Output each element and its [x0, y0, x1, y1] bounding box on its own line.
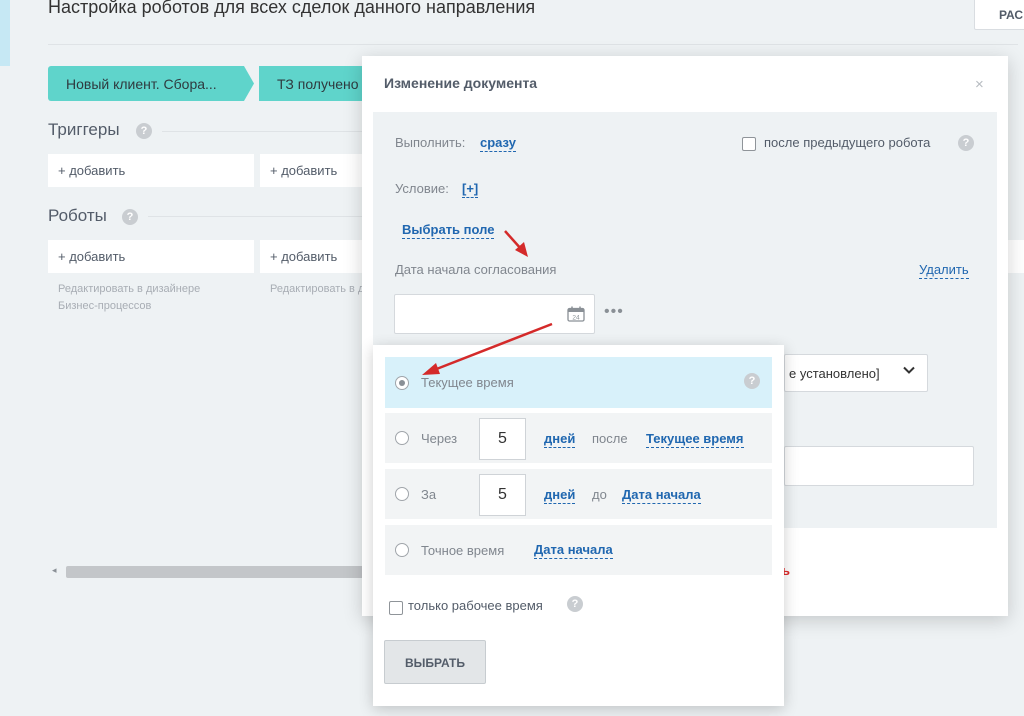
- bp-designer-link[interactable]: Редактировать в дизайнере Бизнес-процесс…: [270, 281, 362, 298]
- before-target-link[interactable]: Дата начала: [622, 487, 701, 504]
- add-trigger-button[interactable]: + добавить: [48, 154, 254, 187]
- only-work-time-label: только рабочее время: [408, 598, 543, 613]
- more-options-icon[interactable]: •••: [604, 303, 624, 321]
- choose-field-link[interactable]: Выбрать поле: [402, 222, 495, 239]
- bp-designer-link[interactable]: Редактировать в дизайнере Бизнес-процесс…: [58, 281, 238, 315]
- add-robot-button[interactable]: + добавить: [48, 240, 254, 273]
- before-relation: до: [592, 487, 607, 502]
- triggers-heading: Триггеры: [48, 120, 120, 139]
- help-icon[interactable]: ?: [958, 135, 974, 151]
- radio-before[interactable]: [395, 487, 409, 501]
- robots-divider: [148, 216, 362, 217]
- triggers-divider: [162, 131, 362, 132]
- only-work-time-checkbox[interactable]: [389, 601, 403, 615]
- through-unit-link[interactable]: дней: [544, 431, 576, 448]
- stage-spec-received[interactable]: ТЗ получено: [259, 66, 369, 101]
- title-divider: [48, 44, 1018, 45]
- radio-exact-time[interactable]: [395, 543, 409, 557]
- execute-mode-link[interactable]: сразу: [480, 135, 516, 152]
- radio-through[interactable]: [395, 431, 409, 445]
- help-icon[interactable]: ?: [136, 123, 152, 139]
- condition-label: Условие:: [395, 181, 449, 196]
- through-target-link[interactable]: Текущее время: [646, 431, 744, 448]
- before-unit-link[interactable]: дней: [544, 487, 576, 504]
- before-number-input[interactable]: 5: [479, 474, 526, 516]
- left-accent-strip: [0, 0, 10, 66]
- option-current-time-label: Текущее время: [421, 375, 514, 390]
- chevron-down-icon: [903, 366, 915, 374]
- dialog-title: Изменение документа: [384, 75, 538, 91]
- page-title: Настройка роботов для всех сделок данног…: [48, 0, 536, 17]
- calendar-icon[interactable]: 24: [567, 306, 585, 322]
- option-before[interactable]: [385, 469, 772, 519]
- robots-heading: Роботы: [48, 206, 107, 225]
- option-before-label: За: [421, 487, 437, 502]
- after-previous-label: после предыдущего робота: [764, 135, 931, 150]
- scroll-left-icon[interactable]: ◂: [52, 565, 57, 576]
- option-through-label: Через: [421, 431, 458, 446]
- add-condition-link[interactable]: [+]: [462, 181, 479, 198]
- help-icon[interactable]: ?: [744, 373, 760, 389]
- choose-button[interactable]: ВЫБРАТЬ: [384, 640, 486, 684]
- date-field-label: Дата начала согласования: [395, 262, 557, 277]
- help-icon[interactable]: ?: [567, 596, 583, 612]
- top-right-button[interactable]: РАС: [974, 0, 1024, 30]
- through-relation: после: [592, 431, 628, 446]
- horizontal-scrollbar[interactable]: [66, 566, 364, 578]
- add-trigger-button[interactable]: + добавить: [260, 154, 364, 187]
- exact-target-link[interactable]: Дата начала: [534, 542, 613, 559]
- date-input[interactable]: [394, 294, 595, 334]
- option-exact-time-label: Точное время: [421, 543, 505, 558]
- calendar-day: 24: [572, 315, 580, 322]
- text-input[interactable]: [784, 446, 974, 486]
- execute-label: Выполнить:: [395, 135, 466, 150]
- help-icon[interactable]: ?: [122, 209, 138, 225]
- delete-field-link[interactable]: Удалить: [919, 262, 969, 279]
- stage-new-client[interactable]: Новый клиент. Сбора...: [48, 66, 254, 101]
- radio-current-time[interactable]: [395, 376, 409, 390]
- close-icon[interactable]: ×: [975, 76, 984, 93]
- through-number-input[interactable]: 5: [479, 418, 526, 460]
- after-previous-checkbox[interactable]: [742, 137, 756, 151]
- add-robot-button[interactable]: + добавить: [260, 240, 364, 273]
